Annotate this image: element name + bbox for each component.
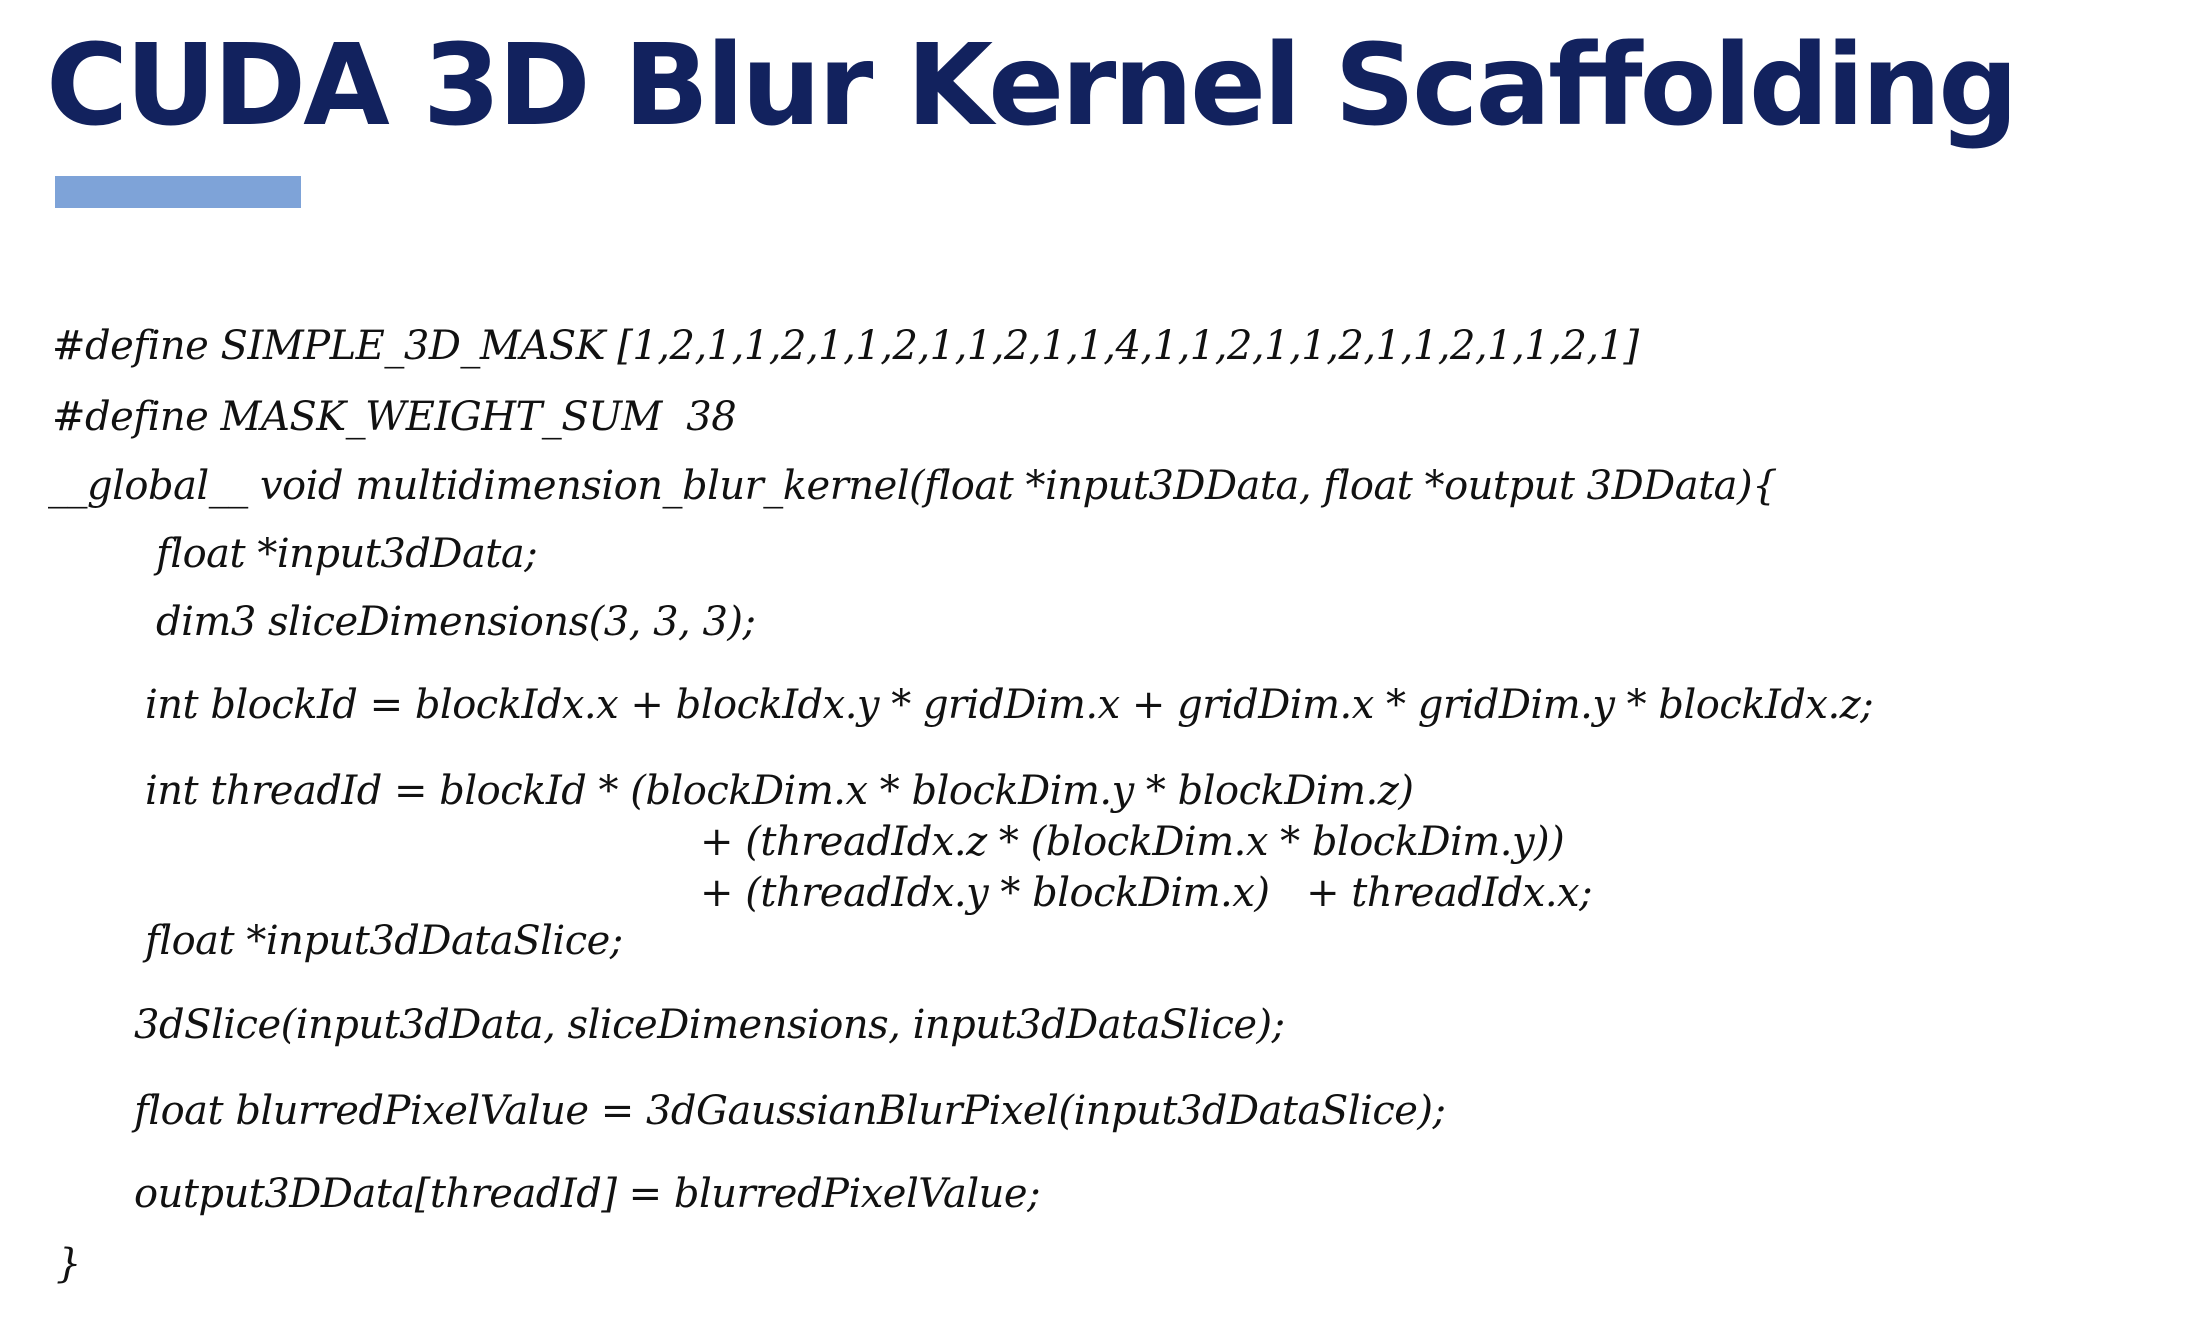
code-line-slice-dimensions: dim3 sliceDimensions(3, 3, 3);	[156, 599, 756, 645]
code-line-thread-id: int threadId = blockId * (blockDim.x * b…	[145, 768, 1414, 814]
code-line-slice-decl: float *input3dDataSlice;	[145, 918, 623, 964]
code-line-define-weight-sum: #define MASK_WEIGHT_SUM 38	[52, 394, 737, 440]
code-line-3dslice-call: 3dSlice(input3dData, sliceDimensions, in…	[134, 1002, 1285, 1048]
code-line-define-mask: #define SIMPLE_3D_MASK [1,2,1,1,2,1,1,2,…	[52, 323, 1639, 369]
code-line-closing-brace: }	[56, 1241, 81, 1287]
code-line-blurred-pixel: float blurredPixelValue = 3dGaussianBlur…	[134, 1088, 1446, 1134]
code-line-block-id: int blockId = blockIdx.x + blockIdx.y * …	[145, 682, 1874, 728]
code-line-thread-id-cont-1: + (threadIdx.z * (blockDim.x * blockDim.…	[700, 819, 1565, 865]
code-line-kernel-signature: __global__ void multidimension_blur_kern…	[48, 463, 1778, 509]
code-line-thread-id-cont-2: + (threadIdx.y * blockDim.x) + threadIdx…	[700, 870, 1593, 916]
code-line-output-assign: output3DData[threadId] = blurredPixelVal…	[134, 1171, 1041, 1217]
slide: CUDA 3D Blur Kernel Scaffolding #define …	[0, 0, 2194, 1340]
code-line-input-decl: float *input3dData;	[156, 531, 538, 577]
title-accent-bar	[55, 176, 301, 208]
slide-title: CUDA 3D Blur Kernel Scaffolding	[46, 21, 2018, 151]
